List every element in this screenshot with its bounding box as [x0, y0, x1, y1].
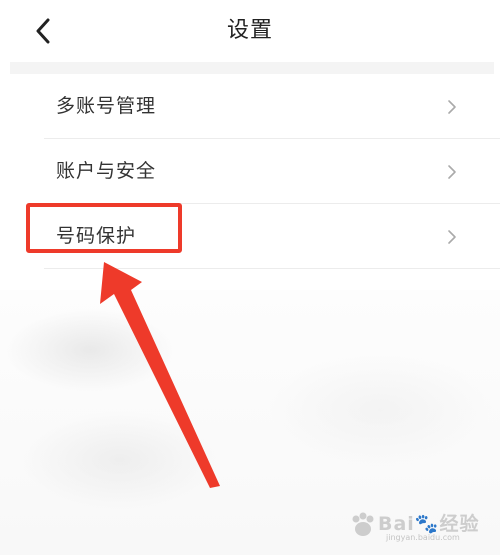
menu-item-label: 账户与安全 [56, 160, 157, 182]
menu-item-account-security[interactable]: 账户与安全 [0, 139, 500, 204]
menu-item-multi-account[interactable]: 多账号管理 [0, 74, 500, 139]
settings-screen: 设置 多账号管理 账户与安全 号码保护 Bai🐾经验 jingyan.baidu… [0, 0, 500, 555]
chevron-right-icon [448, 100, 456, 114]
highlight-box [26, 203, 182, 253]
menu-item-label: 多账号管理 [56, 95, 157, 117]
navigation-bar: 设置 [0, 0, 500, 62]
section-divider [10, 62, 494, 74]
page-title: 设置 [226, 18, 273, 43]
watermark: Bai🐾经验 jingyan.baidu.com [342, 505, 482, 549]
divider [44, 268, 500, 269]
paw-logo-icon [352, 512, 374, 536]
watermark-text: Bai🐾经验 [378, 513, 480, 535]
chevron-right-icon [448, 230, 456, 244]
chevron-right-icon [448, 165, 456, 179]
watermark-url: jingyan.baidu.com [386, 533, 460, 542]
